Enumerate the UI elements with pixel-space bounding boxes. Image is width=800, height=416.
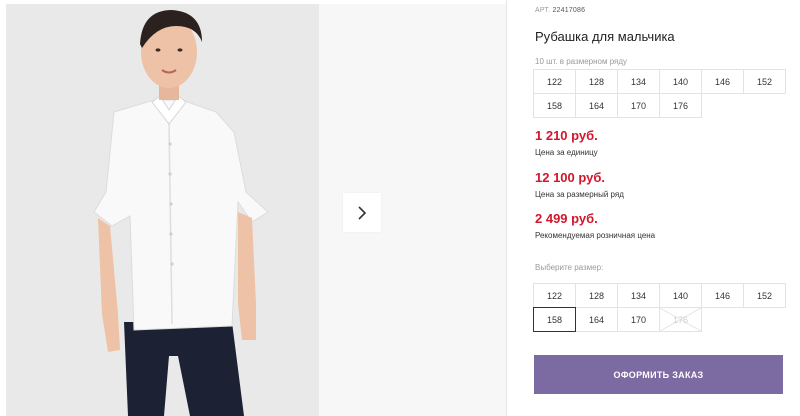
size-option[interactable]: 140: [659, 283, 702, 308]
boy-in-white-shirt-image: [6, 4, 319, 416]
size-row-cell: 140: [659, 69, 702, 94]
size-option[interactable]: 170: [617, 307, 660, 332]
size-row-cell: 122: [533, 69, 576, 94]
place-order-button[interactable]: ОФОРМИТЬ ЗАКАЗ: [534, 355, 783, 394]
size-row-price: 12 100 руб.: [535, 170, 606, 185]
next-image-button[interactable]: [343, 193, 381, 232]
size-row-cell: 128: [575, 69, 618, 94]
size-option[interactable]: 152: [743, 283, 786, 308]
size-row-cell: 152: [743, 69, 786, 94]
product-title: Рубашка для мальчика: [535, 29, 675, 44]
article-value: 22417086: [552, 7, 586, 14]
size-row-price-label: Цена за размерный ряд: [535, 190, 624, 199]
retail-price-label: Рекомендуемая розничная цена: [535, 231, 656, 240]
size-row-cell: 158: [533, 93, 576, 118]
size-row-cell: 176: [659, 93, 702, 118]
size-option-selected[interactable]: 158: [533, 307, 576, 332]
chevron-right-icon: [358, 205, 367, 220]
size-option-unavailable: 176: [659, 307, 702, 332]
unit-price: 1 210 руб.: [535, 128, 598, 143]
size-option-label: 176: [672, 314, 689, 325]
article-number: АРТ. 22417086: [535, 7, 585, 14]
size-picker-grid: 122 128 134 140 146 152 158 164 170 176: [533, 283, 786, 332]
article-label: АРТ.: [535, 7, 551, 14]
size-row-grid: 122 128 134 140 146 152 158 164 170 176: [533, 69, 786, 118]
choose-size-label: Выберите размер:: [535, 263, 604, 272]
size-option[interactable]: 146: [701, 283, 744, 308]
size-row-cell: 170: [617, 93, 660, 118]
size-option[interactable]: 128: [575, 283, 618, 308]
size-row-cell: 134: [617, 69, 660, 94]
size-row-cell: 146: [701, 69, 744, 94]
size-row-cell: 164: [575, 93, 618, 118]
panel-divider: [506, 0, 507, 416]
retail-price: 2 499 руб.: [535, 211, 598, 226]
product-photo: [6, 4, 319, 416]
size-option[interactable]: 134: [617, 283, 660, 308]
unit-price-label: Цена за единицу: [535, 148, 598, 157]
size-option[interactable]: 122: [533, 283, 576, 308]
sizes-note: 10 шт. в размерном ряду: [535, 57, 628, 66]
size-option[interactable]: 164: [575, 307, 618, 332]
product-gallery: [0, 0, 506, 416]
